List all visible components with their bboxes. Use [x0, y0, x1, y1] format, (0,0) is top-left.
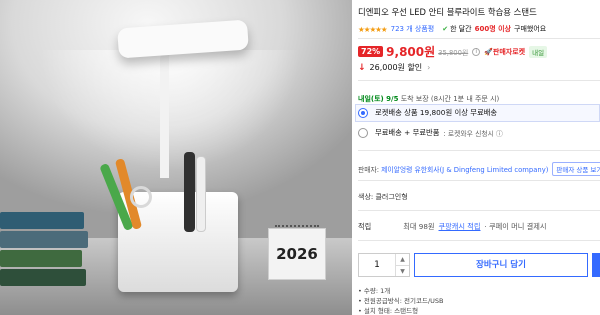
- radio-free[interactable]: [358, 128, 368, 138]
- delivery-option-free-note: : 로켓와우 신청시 ⓘ: [443, 130, 503, 138]
- note-item: 수량: 1개: [358, 286, 444, 296]
- product-details: 디엔피오 우선 LED 안티 블루라이트 학습용 스탠드 ★★★★★ 723 개…: [355, 0, 600, 315]
- coupon-amount: 26,000원 할인: [369, 63, 423, 72]
- seller-label: 판매자:: [358, 166, 380, 174]
- quantity-input[interactable]: [359, 254, 395, 276]
- product-title: 디엔피오 우선 LED 안티 블루라이트 학습용 스탠드: [358, 7, 537, 17]
- buy-now-button[interactable]: [592, 253, 600, 277]
- rocket-seller-badge: 🚀판매자로켓: [484, 47, 525, 57]
- quantity-up-icon[interactable]: ▲: [396, 254, 409, 265]
- delivery-option-free[interactable]: 무료배송 + 무료반품 : 로켓와우 신청시 ⓘ: [358, 128, 503, 138]
- book-stack: [0, 212, 90, 286]
- purchase-prefix: 한 달간: [450, 25, 472, 33]
- tomorrow-badge: 내일: [529, 45, 548, 58]
- white-pen: [196, 156, 206, 232]
- cashback-max: 최대 98원: [403, 222, 435, 231]
- purchase-icon: ✔: [442, 25, 449, 33]
- product-image[interactable]: 2026: [0, 0, 352, 315]
- divider: [358, 38, 600, 39]
- divider: [358, 150, 600, 151]
- quantity-stepper: ▲ ▼: [358, 253, 410, 277]
- coupon-row[interactable]: ↓ 26,000원 할인 ›: [358, 62, 430, 73]
- purchase-count: 600명 이상: [474, 25, 511, 33]
- seller-name-link[interactable]: 제이알엉령 유한회사(J & Dingfeng Limited company): [381, 164, 548, 174]
- color-option[interactable]: 색상: 클러그인형: [358, 192, 408, 202]
- price-info-icon[interactable]: i: [472, 47, 481, 56]
- scissors: [130, 186, 152, 208]
- delivery-guarantee: 도착 보장 (8시간 1분 내 주문 시): [400, 95, 500, 103]
- divider: [358, 80, 600, 81]
- delivery-option-rocket-label: 로켓배송 상품 19,800원 이상 무료배송: [375, 108, 498, 117]
- cashback-condition: · 쿠페이 머니 결제시: [484, 222, 547, 231]
- divider: [358, 180, 600, 181]
- divider: [358, 210, 600, 211]
- quantity-buttons: ▲ ▼: [395, 254, 409, 276]
- coupang-cash-link[interactable]: 쿠팡캐시 적립: [439, 222, 481, 232]
- lamp-neck: [160, 48, 172, 178]
- discount-arrow-icon: ↓: [358, 62, 366, 73]
- seller-row: 판매자: 제이알엉령 유한회사(J & Dingfeng Limited com…: [358, 162, 600, 176]
- cashback-row: 적립 최대 98원 쿠팡캐시 적립 · 쿠페이 머니 결제시: [358, 222, 547, 232]
- rocket-seller-label: 판매자로켓: [492, 47, 526, 56]
- chevron-right-icon: ›: [427, 63, 431, 72]
- cashback-label: 적립: [358, 222, 372, 231]
- sale-price: 9,800원: [386, 45, 436, 59]
- original-price: 35,800원: [438, 48, 469, 57]
- price-row: 72% 9,800원 35,800원 i 🚀판매자로켓 내일: [358, 43, 548, 60]
- add-to-cart-button[interactable]: 장바구니 담기: [414, 253, 588, 277]
- review-count-link[interactable]: 723 개 상품평: [391, 24, 435, 34]
- delivery-date: 내일(토) 9/5: [358, 95, 399, 103]
- divider: [358, 240, 600, 241]
- rocket-icon: 🚀: [484, 47, 493, 56]
- seller-products-button[interactable]: 판매자 상품 보기: [552, 162, 600, 176]
- product-notes: 수량: 1개 전원공급방식: 전기코드/USB 설치 형태: 스탠드형: [358, 286, 444, 315]
- discount-badge: 72%: [358, 46, 384, 57]
- radio-rocket[interactable]: [358, 108, 368, 118]
- rating-stars-icon: ★★★★★: [358, 24, 388, 34]
- delivery-option-rocket[interactable]: 로켓배송 상품 19,800원 이상 무료배송: [358, 108, 497, 118]
- delivery-option-free-label: 무료배송 + 무료반품: [375, 128, 440, 137]
- black-pen: [184, 152, 195, 232]
- rating-row: ★★★★★ 723 개 상품평 ✔ 한 달간 600명 이상 구매했어요: [358, 24, 546, 34]
- purchase-suffix: 구매했어요: [514, 25, 547, 33]
- desk-calendar: 2026: [268, 225, 326, 280]
- note-item: 설치 형태: 스탠드형: [358, 306, 444, 315]
- quantity-down-icon[interactable]: ▼: [396, 265, 409, 277]
- note-item: 전원공급방식: 전기코드/USB: [358, 296, 444, 306]
- delivery-info: 내일(토) 9/5 도착 보장 (8시간 1분 내 주문 시): [358, 94, 499, 104]
